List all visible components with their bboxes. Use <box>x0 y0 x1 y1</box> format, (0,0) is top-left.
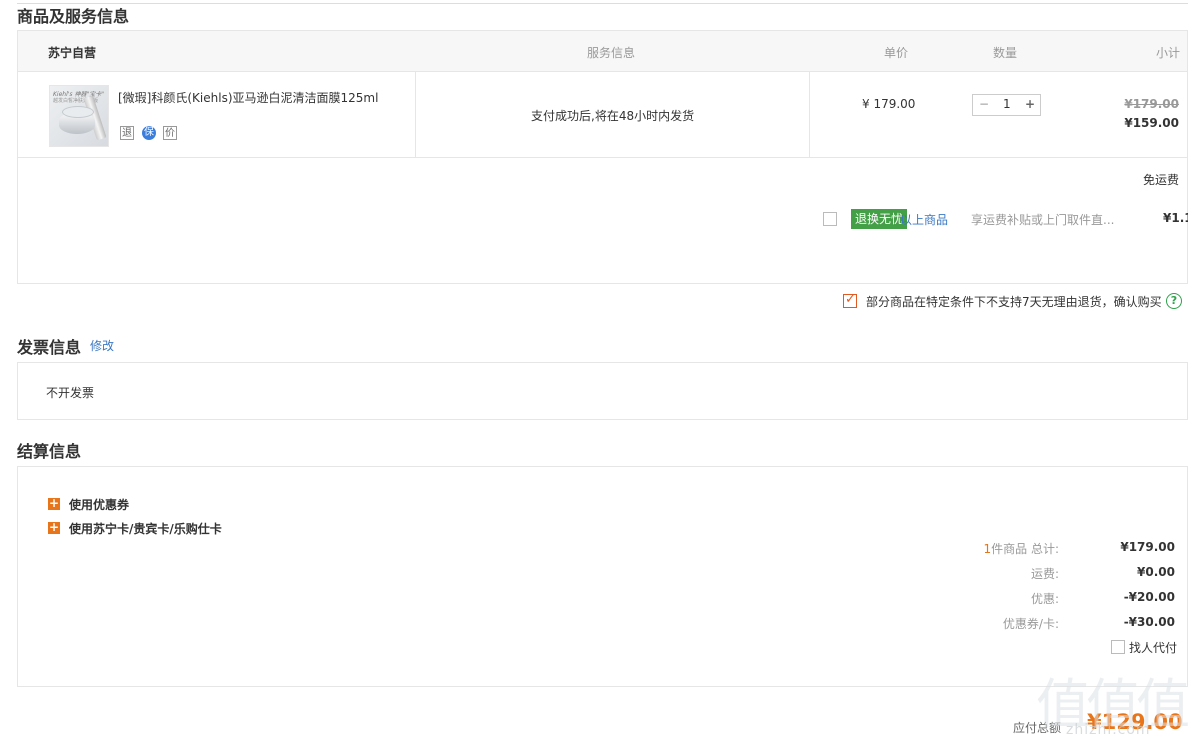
expand-card-icon[interactable]: + <box>48 521 60 534</box>
header-unit-price: 单价 <box>884 46 909 60</box>
discount-label: 优惠: <box>1030 592 1059 606</box>
invoice-edit-link[interactable]: 修改 <box>90 337 114 354</box>
table-row: Kiehl's 神器"宝卡" 越发白皙净肤透力版 [微瑕]科颜氏(Kiehls)… <box>17 71 1188 158</box>
service-info: 支付成功后,将在48小时内发货 <box>531 109 695 123</box>
goods-section-title: 商品及服务信息 <box>17 7 130 26</box>
settle-panel: + 使用优惠券 + 使用苏宁卡/贵宾卡/乐购仕卡 1件商品 总计: ¥179.0… <box>17 466 1188 687</box>
original-subtotal: ¥179.00 <box>1124 97 1179 111</box>
subtotal: ¥159.00 <box>1124 116 1179 130</box>
free-shipping-label: 免运费 <box>1142 173 1179 187</box>
expand-coupon-icon[interactable]: + <box>48 497 60 510</box>
invoice-value: 不开发票 <box>46 386 95 400</box>
shipping-label: 运费: <box>1030 567 1059 581</box>
coupon-card-label: 优惠券/卡: <box>1002 617 1059 631</box>
header-subtotal: 小计 <box>1156 46 1181 60</box>
qty-minus-button[interactable]: − <box>979 97 989 111</box>
shipping-value: ¥0.00 <box>1137 565 1175 579</box>
store-name: 苏宁自营 <box>48 46 97 60</box>
return-insurance-price: ¥1.1 <box>1163 211 1188 225</box>
header-quantity: 数量 <box>993 46 1018 60</box>
goods-total: ¥179.00 <box>1120 540 1175 554</box>
table-header: 苏宁自营 服务信息 单价 数量 小计 <box>17 30 1188 72</box>
use-coupon-toggle[interactable]: 使用优惠券 <box>69 496 129 513</box>
return-insurance-checkbox[interactable] <box>823 212 837 226</box>
proxy-pay-label: 找人代付 <box>1129 641 1178 655</box>
quantity-stepper: − 1 + <box>972 94 1041 116</box>
invoice-section-title: 发票信息 <box>17 338 82 357</box>
warranty-icon[interactable]: 保 <box>142 126 156 140</box>
return-icon[interactable]: 退 <box>120 126 134 140</box>
top-divider <box>17 3 1188 4</box>
product-thumbnail[interactable]: Kiehl's 神器"宝卡" 越发白皙净肤透力版 <box>49 85 109 147</box>
coupon-card-value: -¥30.00 <box>1123 615 1175 629</box>
return-insurance-badge: 退换无忧 <box>851 209 908 229</box>
site-watermark-url: zhizhi.com <box>1066 722 1151 738</box>
use-card-toggle[interactable]: 使用苏宁卡/贵宾卡/乐购仕卡 <box>69 520 222 537</box>
item-count-label: 1件商品 总计: <box>983 542 1060 556</box>
confirm-return-policy-checkbox[interactable] <box>843 292 857 308</box>
settle-section-title: 结算信息 <box>17 442 82 461</box>
unit-price: ¥ 179.00 <box>862 97 916 111</box>
return-insurance-desc: 享运费补贴或上门取件直... <box>971 213 1115 227</box>
discount-value: -¥20.00 <box>1123 590 1175 604</box>
above-products-link[interactable]: 以上商品 <box>900 211 948 228</box>
product-name-link[interactable]: [微瑕]科颜氏(Kiehls)亚马逊白泥清洁面膜125ml <box>118 89 378 106</box>
invoice-panel: 不开发票 <box>17 362 1188 420</box>
qty-plus-button[interactable]: + <box>1025 97 1035 111</box>
freight-panel: 免运费 退换无忧 以上商品 享运费补贴或上门取件直... ¥1.1 <box>17 157 1188 284</box>
qty-value[interactable]: 1 <box>1003 97 1011 111</box>
price-protect-icon[interactable]: 价 <box>163 126 177 140</box>
header-service: 服务信息 <box>587 46 636 60</box>
return-policy-notice: 部分商品在特定条件下不支持7天无理由退货，确认购买 <box>866 295 1162 309</box>
help-icon[interactable]: ? <box>1166 293 1182 309</box>
proxy-pay-checkbox[interactable] <box>1111 640 1125 654</box>
